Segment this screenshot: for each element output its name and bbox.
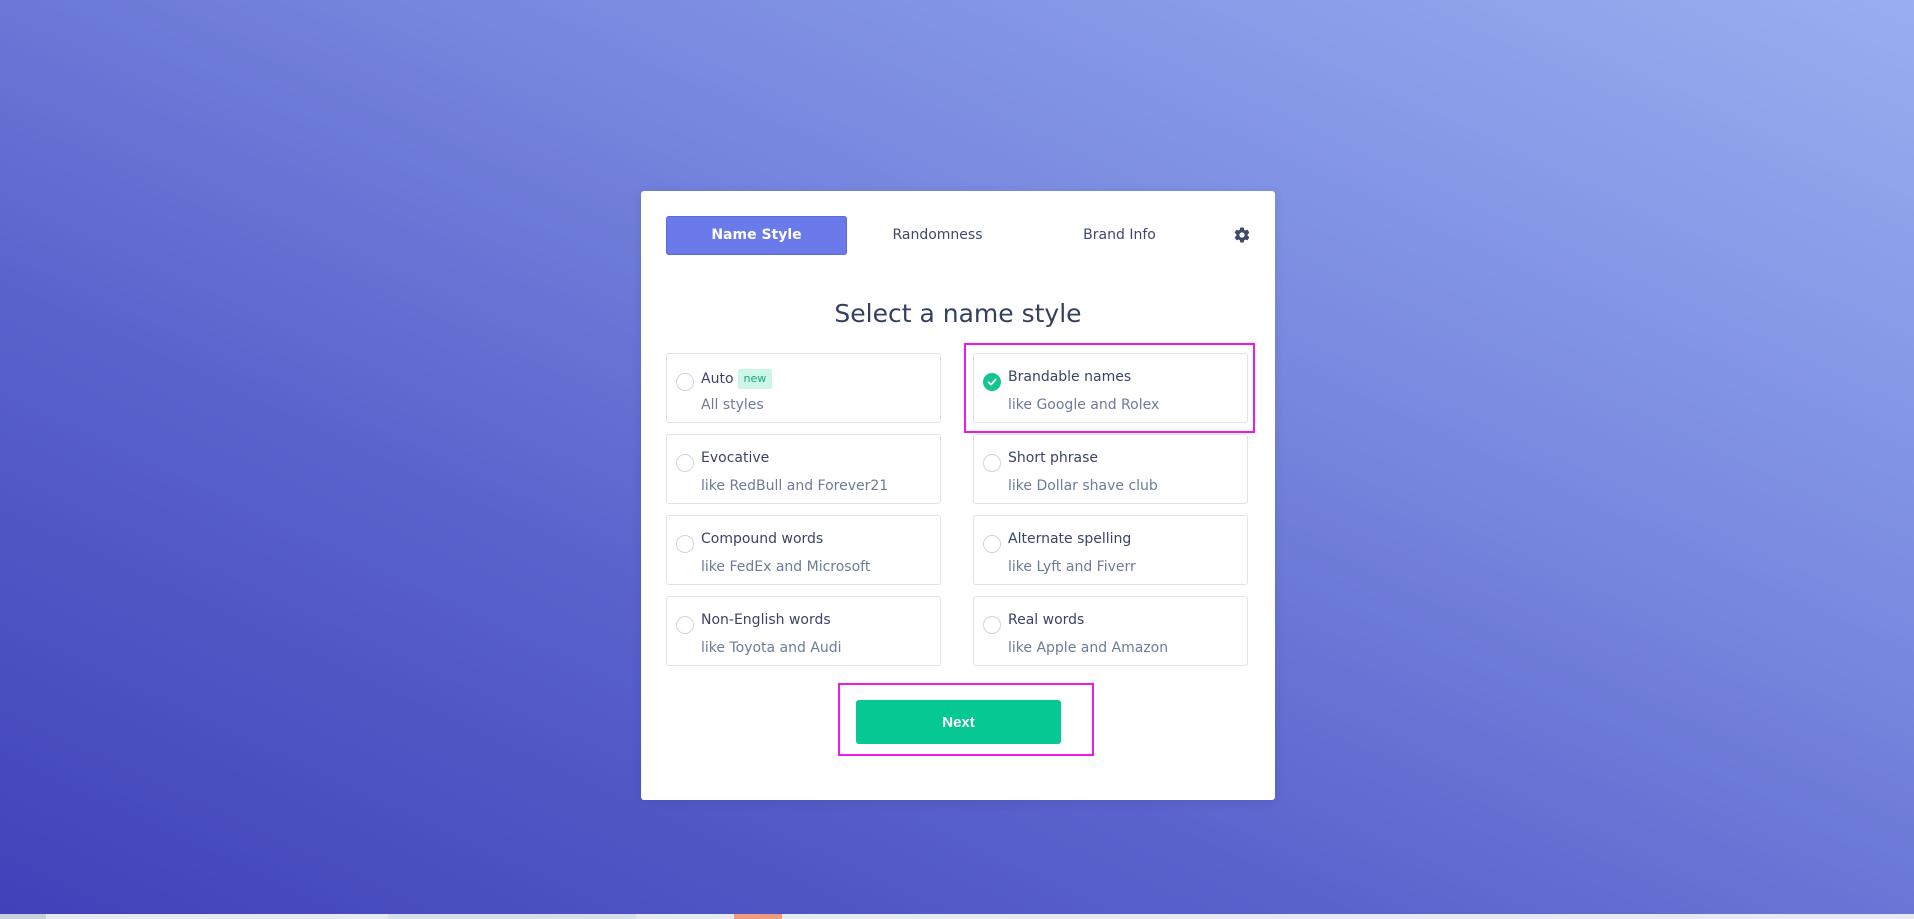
option-subtitle: like RedBull and Forever21 [701, 478, 889, 494]
page-title: Select a name style [834, 299, 1082, 328]
radio-unchecked-icon[interactable] [983, 454, 1001, 472]
radio-unchecked-icon[interactable] [676, 535, 694, 553]
new-badge: new [737, 369, 773, 389]
taskbar-segment [734, 914, 782, 919]
radio-unchecked-icon[interactable] [676, 616, 694, 634]
option-subtitle: like Lyft and Fiverr [1008, 559, 1136, 575]
option-title: Short phrase [1008, 450, 1099, 466]
option-auto[interactable]: Auto new All styles [666, 353, 941, 423]
option-subtitle: All styles [701, 397, 764, 413]
option-title: Evocative [701, 450, 770, 466]
taskbar-strip [0, 914, 1914, 919]
tab-randomness[interactable]: Randomness [847, 216, 1028, 255]
next-button[interactable]: Next [856, 700, 1061, 744]
check-circle-icon[interactable] [983, 373, 1001, 391]
option-brandable-names[interactable]: Brandable names like Google and Rolex [973, 353, 1248, 423]
radio-unchecked-icon[interactable] [676, 373, 694, 391]
option-alternate-spelling[interactable]: Alternate spelling like Lyft and Fiverr [973, 515, 1248, 585]
radio-unchecked-icon[interactable] [983, 535, 1001, 553]
option-subtitle: like Toyota and Audi [701, 640, 842, 656]
option-short-phrase[interactable]: Short phrase like Dollar shave club [973, 434, 1248, 504]
option-real-words[interactable]: Real words like Apple and Amazon [973, 596, 1248, 666]
option-title: Brandable names [1008, 369, 1132, 385]
taskbar-segment [0, 914, 46, 919]
option-title: Compound words [701, 531, 824, 547]
option-evocative[interactable]: Evocative like RedBull and Forever21 [666, 434, 941, 504]
option-title: Non-English words [701, 612, 831, 628]
option-title: Real words [1008, 612, 1085, 628]
option-subtitle: like Dollar shave club [1008, 478, 1158, 494]
option-title: Alternate spelling [1008, 531, 1132, 547]
option-title: Auto [701, 371, 734, 387]
name-generator-card: Name Style Randomness Brand Info Select … [641, 191, 1275, 800]
option-subtitle: like FedEx and Microsoft [701, 559, 871, 575]
option-subtitle: like Google and Rolex [1008, 397, 1160, 413]
radio-unchecked-icon[interactable] [676, 454, 694, 472]
taskbar-segment [388, 914, 636, 919]
option-subtitle: like Apple and Amazon [1008, 640, 1169, 656]
tab-brand-info[interactable]: Brand Info [1029, 216, 1210, 255]
step-tabs: Name Style Randomness Brand Info [666, 216, 1250, 255]
radio-unchecked-icon[interactable] [983, 616, 1001, 634]
option-non-english-words[interactable]: Non-English words like Toyota and Audi [666, 596, 941, 666]
tab-name-style[interactable]: Name Style [666, 216, 847, 255]
gear-icon[interactable] [1233, 226, 1251, 244]
option-compound-words[interactable]: Compound words like FedEx and Microsoft [666, 515, 941, 585]
